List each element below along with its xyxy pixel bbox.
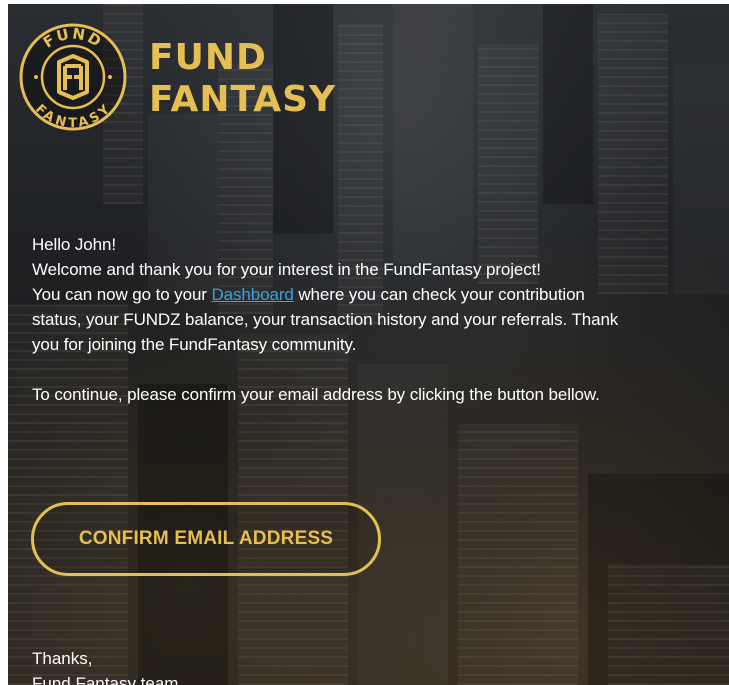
dashboard-line-suffix: where you can check your contribution: [293, 285, 585, 304]
brand-name-line-1: FUND: [149, 37, 267, 78]
signoff-thanks: Thanks,: [32, 649, 93, 668]
bg-building: [458, 424, 578, 685]
dashboard-line-prefix: You can now go to your: [32, 285, 212, 304]
community-line: you for joining the FundFantasy communit…: [32, 335, 357, 354]
email-body: FUND FANTASY FUND FANTASY Hello John! We…: [8, 4, 729, 685]
screenshot-frame: FUND FANTASY FUND FANTASY Hello John! We…: [0, 0, 729, 685]
confirm-email-button[interactable]: CONFIRM EMAIL ADDRESS: [31, 502, 381, 576]
confirm-email-button-label: CONFIRM EMAIL ADDRESS: [78, 528, 334, 549]
signoff-team: Fund Fantasy team: [32, 674, 179, 685]
fund-fantasy-logo-icon: FUND FANTASY: [19, 23, 127, 131]
bg-building: [393, 4, 473, 264]
signoff: Thanks, Fund Fantasy team: [32, 646, 178, 685]
bg-building: [608, 564, 729, 685]
bg-building: [543, 4, 593, 204]
confirm-instruction: To continue, please confirm your email a…: [32, 385, 600, 404]
status-line: status, your FUNDZ balance, your transac…: [32, 310, 619, 329]
dashboard-line: You can now go to your Dashboard where y…: [32, 282, 729, 307]
greeting: Hello John!: [32, 235, 116, 254]
dashboard-link[interactable]: Dashboard: [211, 285, 293, 304]
brand-name-line-2: FANTASY: [149, 79, 337, 120]
message-text: Hello John! Welcome and thank you for yo…: [32, 232, 729, 407]
welcome-line: Welcome and thank you for your interest …: [32, 260, 541, 279]
